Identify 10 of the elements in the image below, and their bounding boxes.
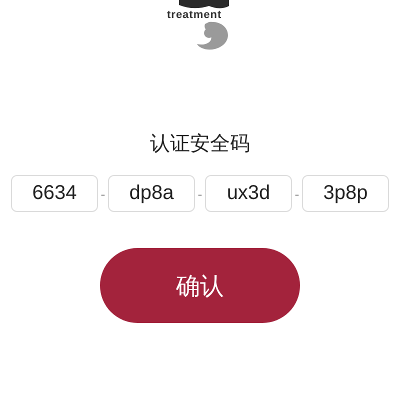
title: 认证安全码	[150, 130, 250, 157]
confirm-button[interactable]: 确认	[100, 248, 300, 323]
code-field[interactable]: 6634	[11, 175, 98, 212]
separator: -	[294, 186, 300, 202]
separator: -	[196, 186, 204, 202]
code-field[interactable]: 3p8p	[302, 175, 389, 212]
logo-tagline: treatment	[167, 9, 222, 21]
code-field[interactable]: dp8a	[108, 175, 195, 212]
separator: -	[100, 186, 106, 202]
code-field[interactable]: ux3d	[205, 175, 292, 212]
